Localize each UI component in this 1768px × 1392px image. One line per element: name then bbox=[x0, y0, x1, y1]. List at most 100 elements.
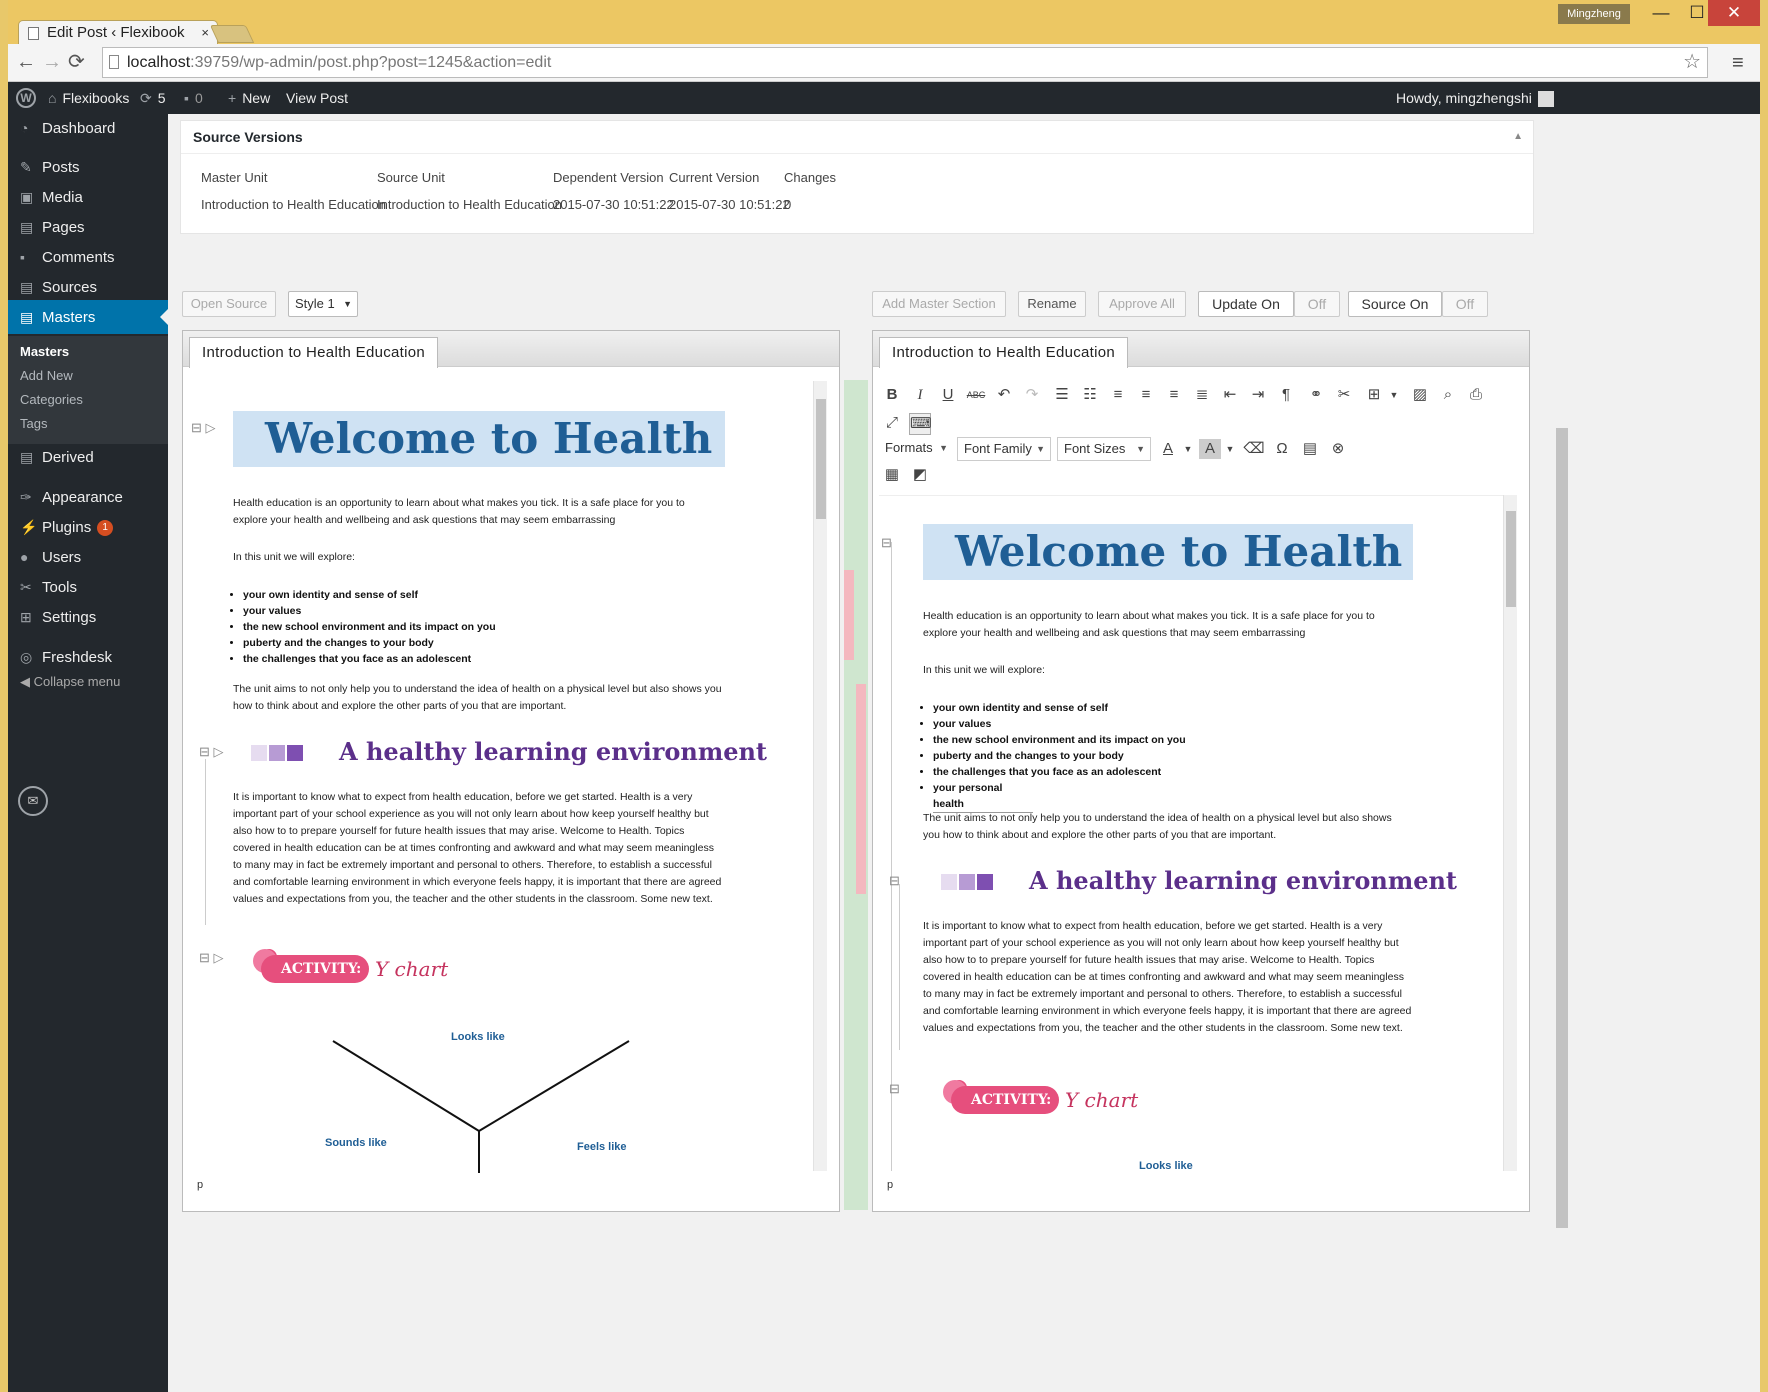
print-icon[interactable]: ⎙ bbox=[1465, 385, 1487, 405]
scroll-thumb[interactable] bbox=[1506, 511, 1516, 607]
formats-dropdown[interactable]: Formats ▼ bbox=[879, 437, 953, 461]
wordpress-logo-icon[interactable]: W bbox=[16, 88, 36, 108]
view-post-link[interactable]: View Post bbox=[286, 82, 348, 114]
sidebar-item-users[interactable]: ● Users bbox=[8, 540, 168, 574]
align-center-icon[interactable]: ≡ bbox=[1135, 385, 1157, 405]
collapse-section-icon[interactable]: ⊟ bbox=[889, 1082, 900, 1095]
mail-icon[interactable]: ✉ bbox=[18, 786, 48, 816]
update-off-toggle[interactable]: Off bbox=[1294, 291, 1340, 317]
indent-icon[interactable]: ⇥ bbox=[1247, 385, 1269, 405]
left-scrollbar[interactable] bbox=[813, 381, 827, 1171]
strikethrough-icon[interactable]: ABC bbox=[965, 385, 987, 405]
sidebar-item-comments[interactable]: ▪ Comments bbox=[8, 240, 168, 274]
chevron-down-icon[interactable]: ▼ bbox=[1219, 439, 1241, 459]
right-editor-tab[interactable]: Introduction to Health Education bbox=[879, 337, 1129, 368]
scroll-thumb[interactable] bbox=[1556, 428, 1568, 1228]
right-scrollbar[interactable] bbox=[1503, 495, 1517, 1171]
sidebar-item-masters[interactable]: ▤ Masters bbox=[8, 300, 168, 334]
collapse-section-icon[interactable]: ⊟ ▷ bbox=[199, 951, 224, 964]
eraser-icon[interactable]: ⌫ bbox=[1243, 439, 1265, 459]
comments-link[interactable]: ▪ 0 bbox=[184, 82, 203, 114]
omega-icon[interactable]: Ω bbox=[1271, 439, 1293, 459]
sidebar-item-plugins[interactable]: ⚡ Plugins 1 bbox=[8, 510, 168, 544]
browser-menu-icon[interactable]: ≡ bbox=[1732, 52, 1744, 75]
collapse-arrow-icon[interactable]: ▲ bbox=[1513, 131, 1523, 142]
paragraph-icon[interactable]: ¶ bbox=[1275, 385, 1297, 405]
sidebar-item-settings[interactable]: ⊞ Settings bbox=[8, 600, 168, 634]
document-icon[interactable]: ▦ bbox=[881, 465, 903, 485]
collapse-menu-link[interactable]: ◀ Collapse menu bbox=[20, 674, 120, 690]
sidebar-item-appearance[interactable]: ✑ Appearance bbox=[8, 480, 168, 514]
italic-icon[interactable]: I bbox=[909, 385, 931, 405]
scroll-thumb[interactable] bbox=[816, 399, 826, 519]
left-content-pane[interactable]: ⊟ ▷ Welcome to Health Health education i… bbox=[189, 381, 813, 1173]
submenu-masters[interactable]: Masters bbox=[20, 340, 69, 364]
close-window-icon[interactable]: ✕ bbox=[1708, 0, 1760, 26]
keyboard-icon[interactable]: ⌨ bbox=[909, 413, 932, 435]
collapse-section-icon[interactable]: ⊟ bbox=[881, 536, 892, 549]
background-color-icon[interactable]: A bbox=[1199, 439, 1221, 459]
align-right-icon[interactable]: ≡ bbox=[1163, 385, 1185, 405]
profile-chip[interactable]: Mingzheng bbox=[1558, 4, 1630, 24]
sidebar-item-freshdesk[interactable]: ◎ Freshdesk bbox=[8, 640, 168, 674]
undo-icon[interactable]: ↶ bbox=[993, 385, 1015, 405]
site-name-link[interactable]: ⌂ Flexibooks bbox=[48, 82, 129, 114]
comment-icon[interactable]: ▤ bbox=[1299, 439, 1321, 459]
source-off-toggle[interactable]: Off bbox=[1442, 291, 1488, 317]
forward-icon[interactable]: → bbox=[42, 52, 62, 72]
submenu-tags[interactable]: Tags bbox=[20, 412, 47, 436]
submenu-add-new[interactable]: Add New bbox=[20, 364, 73, 388]
back-icon[interactable]: ← bbox=[16, 52, 36, 72]
preview-icon[interactable]: ◩ bbox=[909, 465, 931, 485]
table-icon[interactable]: ⊞ bbox=[1363, 385, 1385, 405]
source-on-toggle[interactable]: Source On bbox=[1348, 291, 1442, 317]
bookmark-star-icon[interactable]: ☆ bbox=[1683, 48, 1701, 77]
new-link[interactable]: + New bbox=[228, 82, 270, 114]
approve-all-button[interactable]: Approve All bbox=[1098, 291, 1186, 317]
sidebar-item-media[interactable]: ▣ Media bbox=[8, 180, 168, 214]
underline-icon[interactable]: U bbox=[937, 385, 959, 405]
sidebar-item-derived[interactable]: ▤ Derived bbox=[8, 440, 168, 474]
howdy-user-link[interactable]: Howdy, mingzhengshi bbox=[1396, 82, 1554, 114]
remove-icon[interactable]: ⊗ bbox=[1327, 439, 1349, 459]
new-tab-button[interactable] bbox=[209, 25, 255, 43]
collapse-section-icon[interactable]: ⊟ ▷ bbox=[191, 421, 216, 434]
sidebar-item-sources[interactable]: ▤ Sources bbox=[8, 270, 168, 304]
justify-icon[interactable]: ≣ bbox=[1191, 385, 1213, 405]
page-scrollbar[interactable] bbox=[1552, 114, 1570, 1232]
font-sizes-dropdown[interactable]: Font Sizes ▼ bbox=[1057, 437, 1151, 461]
tab-close-icon[interactable]: × bbox=[201, 21, 209, 45]
collapse-section-icon[interactable]: ⊟ bbox=[889, 874, 900, 887]
sidebar-item-tools[interactable]: ✂ Tools bbox=[8, 570, 168, 604]
collapse-section-icon[interactable]: ⊟ ▷ bbox=[199, 745, 224, 758]
outdent-icon[interactable]: ⇤ bbox=[1219, 385, 1241, 405]
sidebar-item-posts[interactable]: ✎ Posts bbox=[8, 150, 168, 184]
right-content-pane[interactable]: ⊟ Welcome to Health Health education is … bbox=[879, 495, 1503, 1171]
bold-icon[interactable]: B bbox=[881, 385, 903, 405]
reload-icon[interactable]: ⟳ bbox=[68, 52, 85, 72]
unlink-icon[interactable]: ✂ bbox=[1333, 385, 1355, 405]
bullet-list-icon[interactable]: ☰ bbox=[1051, 385, 1073, 405]
sidebar-item-pages[interactable]: ▤ Pages bbox=[8, 210, 168, 244]
updates-link[interactable]: ⟳ 5 bbox=[140, 82, 166, 114]
update-on-toggle[interactable]: Update On bbox=[1198, 291, 1294, 317]
image-icon[interactable]: ▨ bbox=[1409, 385, 1431, 405]
chevron-down-icon[interactable]: ▼ bbox=[1383, 385, 1405, 405]
fullscreen-icon[interactable]: ⤢ bbox=[881, 413, 903, 433]
open-source-button[interactable]: Open Source bbox=[182, 291, 276, 317]
sidebar-item-dashboard[interactable]: ◔ Dashboard bbox=[8, 111, 168, 145]
link-icon[interactable]: ⚭ bbox=[1305, 385, 1327, 405]
text-color-icon[interactable]: A bbox=[1157, 439, 1179, 459]
submenu-categories[interactable]: Categories bbox=[20, 388, 83, 412]
chevron-down-icon[interactable]: ▼ bbox=[1177, 439, 1199, 459]
align-left-icon[interactable]: ≡ bbox=[1107, 385, 1129, 405]
rename-button[interactable]: Rename bbox=[1018, 291, 1086, 317]
redo-icon[interactable]: ↷ bbox=[1021, 385, 1043, 405]
style-select[interactable]: Style 1 ▼ bbox=[288, 291, 358, 317]
font-family-dropdown[interactable]: Font Family ▼ bbox=[957, 437, 1051, 461]
numbered-list-icon[interactable]: ☷ bbox=[1079, 385, 1101, 405]
find-icon[interactable]: ⌕ bbox=[1437, 385, 1459, 405]
address-bar[interactable]: localhost:39759/wp-admin/post.php?post=1… bbox=[102, 47, 1708, 78]
browser-tab[interactable]: Edit Post ‹ Flexibook × bbox=[18, 20, 218, 46]
left-editor-tab[interactable]: Introduction to Health Education bbox=[189, 337, 439, 368]
